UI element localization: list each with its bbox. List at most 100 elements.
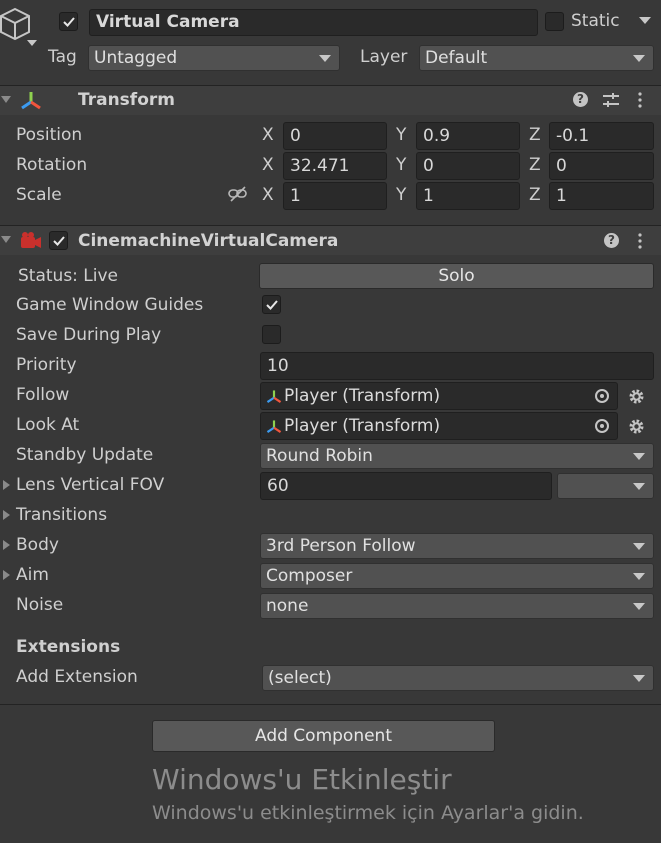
aim-label: Aim [16,565,49,585]
lens-vertical-fov-label: Lens Vertical FOV [16,475,165,495]
rotation-x-value: 32.471 [290,156,350,176]
position-x-axis[interactable]: X [262,125,274,145]
chevron-down-icon [633,603,645,610]
scale-y-value: 1 [423,186,434,206]
more-options-icon[interactable] [638,92,642,113]
chevron-down-icon [633,55,645,62]
body-dropdown[interactable]: 3rd Person Follow [260,533,654,559]
standby-update-dropdown[interactable]: Round Robin [260,443,654,469]
foldout-arrow-icon[interactable] [3,540,10,550]
solo-button[interactable]: Solo [259,263,654,289]
save-during-play-checkbox[interactable] [262,325,281,344]
static-label: Static [571,11,620,31]
tag-label: Tag [48,47,77,67]
icon-dropdown-arrow[interactable] [27,40,37,46]
solo-label: Solo [438,266,475,286]
position-y-value: 0.9 [423,126,451,146]
follow-object-field[interactable]: Player (Transform) [260,382,618,410]
active-checkbox[interactable] [59,12,78,31]
foldout-arrow-icon[interactable] [3,480,10,490]
standby-update-value: Round Robin [266,446,373,466]
foldout-arrow-icon[interactable] [3,570,10,580]
priority-label: Priority [16,355,77,375]
rotation-y-axis[interactable]: Y [396,155,406,175]
add-component-button[interactable]: Add Component [152,720,495,752]
scale-x-axis[interactable]: X [262,185,274,205]
transform-icon [266,390,282,403]
layer-value: Default [425,48,488,68]
position-z-axis[interactable]: Z [529,125,541,145]
position-y-axis[interactable]: Y [396,125,406,145]
look-at-label: Look At [16,415,80,435]
gear-icon[interactable] [628,418,645,440]
position-z-value: -0.1 [556,126,590,146]
preset-sliders-icon[interactable] [602,92,620,113]
rotation-x-field[interactable]: 32.471 [283,152,387,180]
constrain-proportions-link-icon[interactable] [228,186,248,207]
foldout-arrow-icon[interactable] [1,236,11,243]
scale-x-value: 1 [290,186,301,206]
static-checkbox[interactable] [545,12,564,31]
game-window-guides-checkbox[interactable] [262,295,281,314]
body-value: 3rd Person Follow [266,536,416,556]
tag-value: Untagged [94,48,178,68]
look-at-object-field[interactable]: Player (Transform) [260,412,618,440]
add-extension-label: Add Extension [16,667,138,687]
transitions-label[interactable]: Transitions [16,505,107,525]
add-component-label: Add Component [254,726,392,746]
game-window-guides-label: Game Window Guides [16,295,204,315]
tag-dropdown[interactable]: Untagged [88,45,340,71]
rotation-z-field[interactable]: 0 [549,152,654,180]
scale-z-value: 1 [556,186,567,206]
noise-dropdown[interactable]: none [260,593,654,619]
add-extension-dropdown[interactable]: (select) [262,665,654,691]
object-picker-icon[interactable] [595,419,609,433]
object-picker-icon[interactable] [595,389,609,403]
priority-field[interactable]: 10 [260,352,654,380]
rotation-z-axis[interactable]: Z [529,155,541,175]
checkmark-icon [266,300,278,310]
chevron-down-icon [319,55,331,62]
static-dropdown-arrow[interactable] [639,17,651,24]
look-at-value: Player (Transform) [284,416,441,436]
position-x-field[interactable]: 0 [283,122,387,150]
scale-z-axis[interactable]: Z [529,185,541,205]
transform-header[interactable]: Transform ? [0,85,661,115]
scale-y-axis[interactable]: Y [396,185,406,205]
aim-dropdown[interactable]: Composer [260,563,654,589]
priority-value: 10 [267,356,289,376]
layer-dropdown[interactable]: Default [419,45,654,71]
scale-z-field[interactable]: 1 [549,182,654,210]
rotation-z-value: 0 [556,156,567,176]
chevron-down-icon [633,543,645,550]
help-icon[interactable]: ? [573,92,588,107]
rotation-x-axis[interactable]: X [262,155,274,175]
cinemachine-camera-icon [18,231,42,256]
add-extension-value: (select) [268,668,332,688]
layer-label: Layer [360,47,408,67]
checkmark-icon [53,236,65,246]
position-z-field[interactable]: -0.1 [549,122,654,150]
object-name-field[interactable]: Virtual Camera [89,9,538,36]
more-options-icon[interactable] [638,233,642,254]
status-label: Status: Live [18,266,119,286]
help-icon[interactable]: ? [604,233,619,248]
vcam-header[interactable]: CinemachineVirtualCamera ? [0,225,661,255]
transform-axes-icon [20,90,42,117]
rotation-label: Rotation [16,155,88,175]
gear-icon[interactable] [628,388,645,410]
lens-vertical-fov-field[interactable]: 60 [260,472,552,500]
rotation-y-field[interactable]: 0 [416,152,520,180]
foldout-arrow-icon[interactable] [3,510,10,520]
scale-y-field[interactable]: 1 [416,182,520,210]
windows-activation-subtitle: Windows'u etkinleştirmek için Ayarlar'a … [152,802,584,824]
position-y-field[interactable]: 0.9 [416,122,520,150]
noise-value: none [266,596,309,616]
aim-value: Composer [266,566,353,586]
transform-title: Transform [78,90,175,110]
foldout-arrow-icon[interactable] [1,96,11,103]
vcam-enabled-checkbox[interactable] [49,231,68,250]
lens-preset-dropdown[interactable] [557,473,654,499]
scale-x-field[interactable]: 1 [283,182,387,210]
object-name: Virtual Camera [96,12,240,32]
